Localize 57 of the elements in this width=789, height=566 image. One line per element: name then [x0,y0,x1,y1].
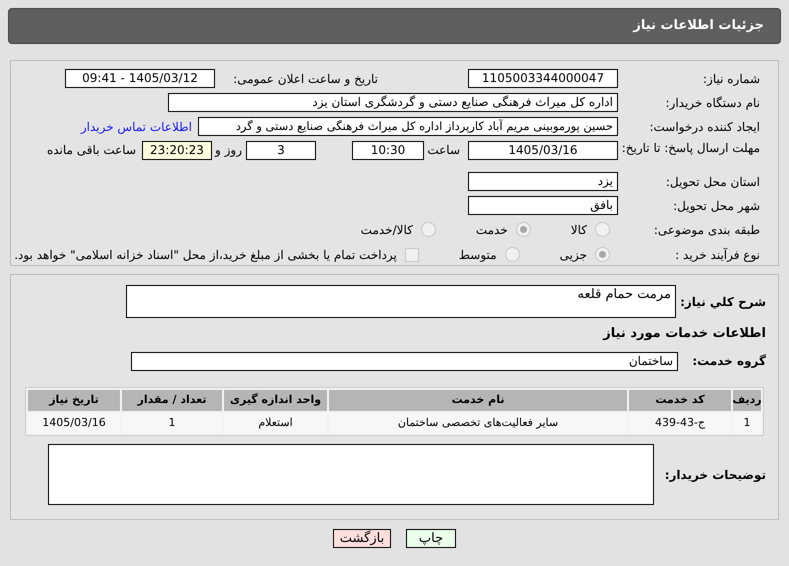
field-label: روز و [214,142,242,159]
table-cell: استعلام [224,413,327,433]
announce-date-field: 1405/03/12 - 09:41 [65,69,215,88]
field-label: متوسط [458,246,497,264]
radio-button[interactable] [595,222,610,238]
field-label: توضیحات خریدار: [664,466,766,484]
column-header: کد خدمت [629,390,731,411]
need-number-field: 1105003344000047 [468,69,618,88]
field-label: ساعت باقی مانده [46,142,136,159]
column-header: واحد اندازه گیری [224,390,327,411]
radio-button[interactable] [504,247,520,262]
column-header: تعداد / مقدار [122,390,222,411]
column-header: ردیف [733,390,761,411]
field-label: ایجاد کننده درخواست: [648,118,760,136]
field-label: تاریخ و ساعت اعلان عمومی: [232,70,378,88]
field-label: نوع فرآیند خرید : [674,246,760,264]
radio-button[interactable] [516,222,531,238]
city-field: بافق [468,196,618,216]
field-label: کالا/خدمت [360,222,413,239]
table-cell: ج-43-439 [629,413,731,433]
column-header: تاریخ نیاز [28,390,120,411]
action-button[interactable]: بازگشت [333,529,391,548]
deadline-date-field: 1405/03/16 [468,141,618,160]
field-label: شهر محل تحویل: [672,198,760,215]
field-label: شماره نیاز: [702,70,760,88]
field-label: کالا [570,222,587,239]
radio-button[interactable] [420,222,436,238]
page-title: جزئیات اطلاعات نیاز [633,17,764,36]
table-cell: 1405/03/16 [28,413,120,433]
field-label: شرح کلي نياز: [679,294,766,311]
service-group-field: ساختمان [131,352,678,370]
days-field: 3 [246,141,316,160]
field-label: خدمت [476,222,508,239]
field-label: نام دستگاه خریدار: [664,94,760,112]
buyer-contact-link[interactable]: اطلاعات تماس خریدار [80,118,192,136]
table-cell: 1 [122,413,222,433]
field-label: جزیی [560,246,587,264]
section-heading: اطلاعات خدمات مورد نياز [603,325,766,344]
buyer-notes-textarea[interactable] [48,444,654,505]
table-cell: 1 [733,413,761,433]
province-field: یزد [468,172,618,192]
requester-field: حسین پورموبینی مریم آباد کارپرداز اداره کل میراث فرهنگی صنایع دستی و گرد [198,117,618,136]
table-cell: سایر فعالیت‌های تخصصی ساختمان [329,413,627,433]
column-header: نام خدمت [329,390,627,411]
action-button[interactable]: چاپ [406,529,456,548]
field-label: گروه خدمت: [691,353,766,370]
description-textarea[interactable]: مرمت حمام قلعه [126,285,676,318]
field-label: ساعت [426,142,460,159]
buyer-org-field: اداره کل میراث فرهنگی صنایع دستی و گردشگری استان یزد [168,93,618,112]
field-label: مهلت ارسال پاسخ: تا تاریخ: [620,141,760,155]
radio-button[interactable] [595,247,610,262]
deadline-time-field: 10:30 [352,141,424,160]
field-label: طبقه بندی موضوعی: [652,222,760,239]
checkbox[interactable] [404,248,419,262]
field-label: پرداخت تمام یا بخشی از مبلغ خرید،از محل "اسناد خزانه اسلامی" خواهد بود. [14,246,397,264]
remaining-time-field: 23:20:23 [142,141,212,160]
field-label: استان محل تحویل: [664,174,760,191]
